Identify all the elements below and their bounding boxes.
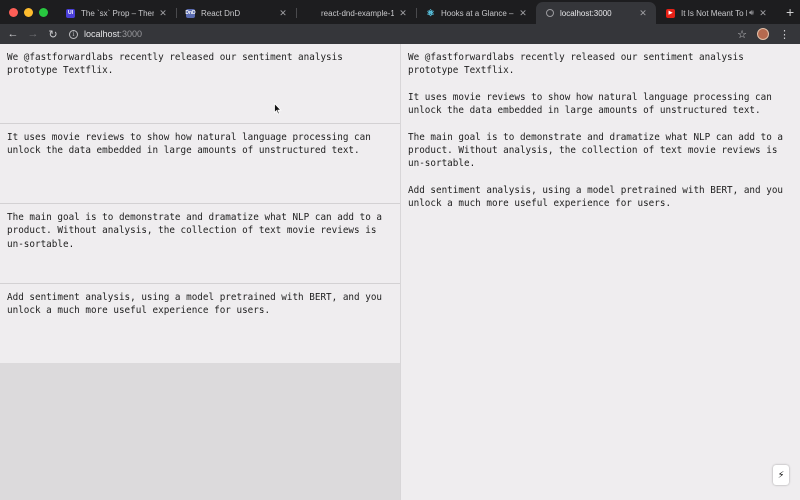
tab-title: It Is Not Meant To Be: [681, 8, 747, 18]
url-host: localhost: [84, 29, 120, 39]
draggable-card[interactable]: It uses movie reviews to show how natura…: [0, 124, 400, 204]
tab-localhost[interactable]: localhost:3000 ✕: [536, 2, 656, 24]
address-bar[interactable]: i localhost:3000: [69, 26, 737, 42]
draggable-card-list: We @fastforwardlabs recently released ou…: [0, 44, 400, 500]
preview-paragraph: We @fastforwardlabs recently released ou…: [408, 52, 744, 77]
card-text: The main goal is to demonstrate and dram…: [7, 212, 383, 250]
forward-arrow-icon[interactable]: →: [23, 28, 43, 40]
draggable-card[interactable]: The main goal is to demonstrate and dram…: [0, 204, 400, 284]
close-tab-icon[interactable]: ✕: [158, 8, 168, 19]
reload-icon[interactable]: ↻: [43, 28, 63, 41]
tab-react-dnd[interactable]: DnD React DnD ✕: [176, 2, 296, 24]
text-preview-pane: We @fastforwardlabs recently released ou…: [401, 44, 800, 500]
tab-theme-ui[interactable]: UI The `sx` Prop – Theme UI ✕: [56, 2, 176, 24]
tab-title: localhost:3000: [560, 8, 612, 18]
codesandbox-favicon-icon: [306, 9, 315, 18]
mouse-cursor-icon: [274, 103, 282, 115]
react-dnd-favicon-icon: DnD: [185, 8, 196, 18]
close-tab-icon[interactable]: ✕: [518, 8, 528, 19]
back-arrow-icon[interactable]: ←: [3, 28, 23, 40]
preview-paragraph: Add sentiment analysis, using a model pr…: [408, 184, 784, 210]
draggable-card[interactable]: We @fastforwardlabs recently released ou…: [0, 44, 400, 124]
tab-title: The `sx` Prop – Theme UI: [81, 8, 154, 18]
tab-strip: UI The `sx` Prop – Theme UI ✕ DnD React …: [0, 0, 800, 24]
preview-paragraph: The main goal is to demonstrate and dram…: [408, 131, 784, 170]
youtube-favicon-icon: ▶: [666, 8, 675, 18]
loading-spinner-icon: [546, 9, 554, 17]
maximize-window-button[interactable]: [39, 7, 48, 17]
url-port: :3000: [119, 29, 143, 39]
new-tab-button[interactable]: +: [776, 2, 794, 24]
tab-youtube[interactable]: ▶ It Is Not Meant To Be 🔊︎ ✕: [656, 2, 776, 24]
react-favicon-icon: ⚛: [426, 7, 435, 18]
info-icon[interactable]: i: [69, 29, 78, 39]
tab-hooks-at-a-glance[interactable]: ⚛ Hooks at a Glance – React ✕: [416, 2, 536, 24]
draggable-card[interactable]: Add sentiment analysis, using a model pr…: [0, 284, 400, 363]
page-viewport: We @fastforwardlabs recently released ou…: [0, 44, 800, 500]
close-tab-icon[interactable]: ✕: [758, 8, 768, 19]
theme-ui-favicon-icon: UI: [66, 8, 75, 18]
close-tab-icon[interactable]: ✕: [398, 8, 408, 19]
window-controls: [0, 0, 56, 24]
tab-title: Hooks at a Glance – React: [441, 8, 514, 18]
tab-title: react-dnd-example-11 - C: [321, 8, 394, 18]
tab-title: React DnD: [201, 8, 241, 18]
close-window-button[interactable]: [9, 7, 18, 17]
tab-react-dnd-example[interactable]: react-dnd-example-11 - C ✕: [296, 2, 416, 24]
more-menu-icon[interactable]: ⋮: [779, 28, 790, 41]
close-tab-icon[interactable]: ✕: [278, 8, 288, 19]
speaker-icon[interactable]: 🔊︎: [749, 8, 754, 18]
bookmark-star-icon[interactable]: ☆: [737, 28, 747, 41]
profile-avatar[interactable]: [757, 28, 769, 40]
lightning-bolt-icon[interactable]: ⚡︎: [773, 465, 789, 485]
card-text: It uses movie reviews to show how natura…: [7, 132, 371, 157]
card-text: We @fastforwardlabs recently released ou…: [7, 52, 343, 77]
browser-toolbar: ← → ↻ i localhost:3000 ☆ ⋮: [0, 24, 800, 44]
minimize-window-button[interactable]: [24, 7, 33, 17]
card-text: Add sentiment analysis, using a model pr…: [7, 292, 383, 317]
preview-paragraph: It uses movie reviews to show how natura…: [408, 91, 772, 117]
close-tab-icon[interactable]: ✕: [638, 8, 648, 19]
